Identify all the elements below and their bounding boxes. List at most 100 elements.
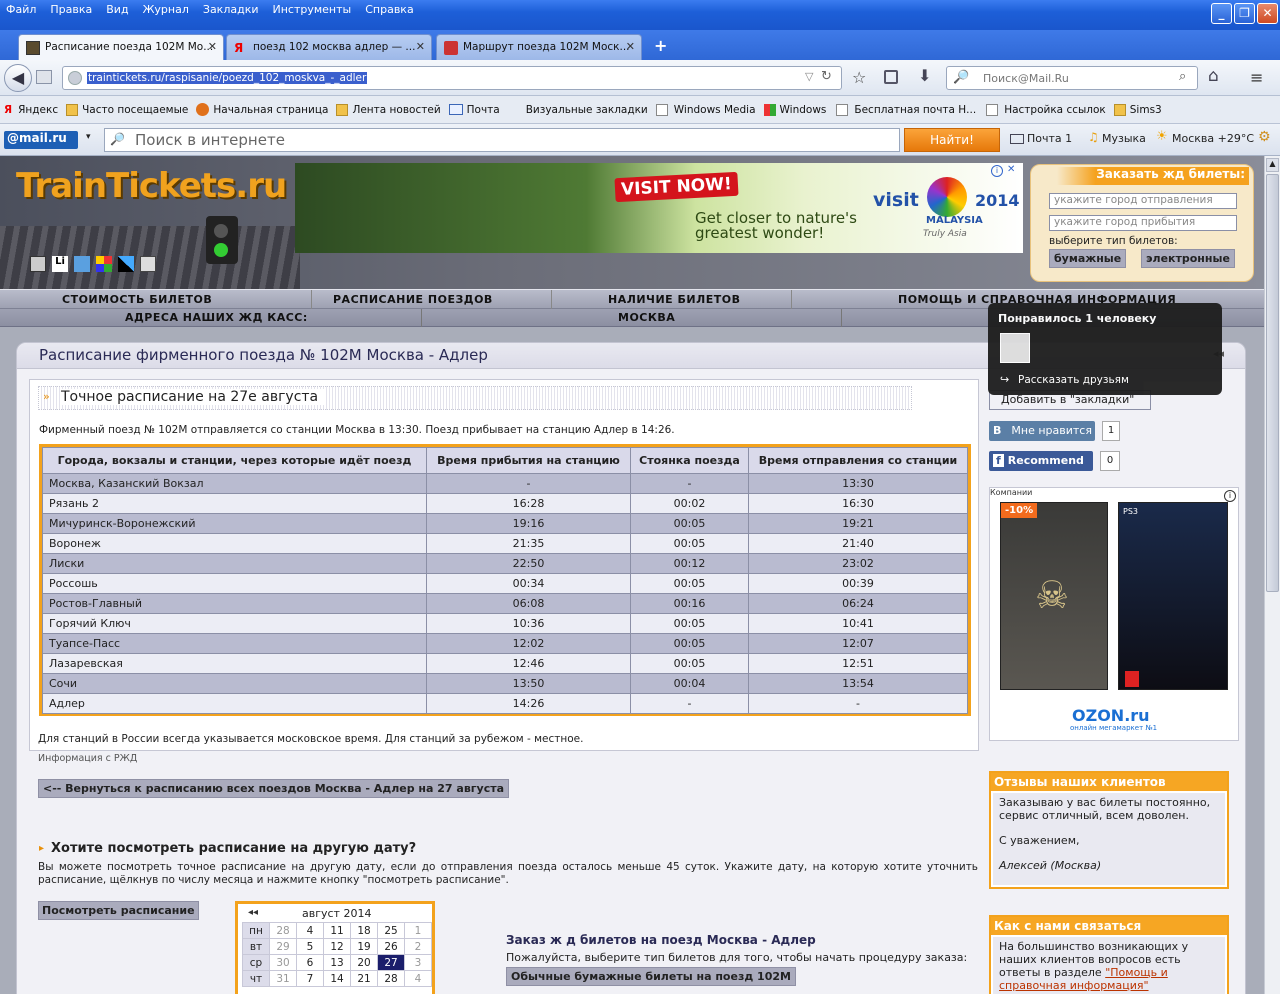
close-window-button[interactable]: ✕ (1257, 3, 1278, 24)
nav-ticket-prices[interactable]: СТОИМОСТЬ БИЛЕТОВ (62, 293, 212, 306)
game-box-assassins-creed[interactable]: -10% ☠ (1000, 502, 1108, 690)
bookmark-news-feed[interactable]: Лента новостей (352, 104, 440, 116)
music-link[interactable]: Музыка (1102, 132, 1146, 145)
ad-banner[interactable]: VISIT NOW! Get closer to nature's greate… (295, 163, 1023, 253)
download-icon[interactable]: ⬇ (918, 66, 931, 85)
address-text[interactable]: traintickets.ru/raspisanie/poezd_102_mos… (87, 72, 368, 84)
dropdown-arrow-icon[interactable]: ▽ (805, 70, 813, 83)
calendar-day[interactable]: 21 (350, 970, 378, 987)
ozon-ad[interactable]: Компании i -10% ☠ PS3 OZON.ru онлайн мег… (989, 487, 1239, 741)
close-tab-icon[interactable]: ✕ (626, 40, 635, 53)
tab-yandex-search[interactable]: Я поезд 102 москва адлер — ... ✕ (226, 34, 432, 60)
google-icon[interactable] (96, 256, 112, 272)
game-box-mortal-kombat[interactable]: PS3 (1118, 502, 1228, 690)
calendar-prev-button[interactable]: ◂◂ (248, 907, 258, 918)
arrival-city-input[interactable]: укажите город прибытия (1049, 215, 1237, 231)
bookmark-start-page[interactable]: Начальная страница (213, 104, 328, 116)
mailru-logo[interactable]: @mail.ru (4, 131, 78, 149)
calendar-day[interactable]: 28 (377, 970, 405, 987)
chevron-down-icon[interactable]: ▾ (86, 132, 91, 142)
bookmark-visual[interactable]: Визуальные закладки (526, 104, 648, 116)
calendar-day[interactable]: 4 (296, 922, 324, 939)
avatar[interactable] (1000, 333, 1030, 363)
calendar-day[interactable]: 27 (377, 954, 405, 971)
fb-recommend-button[interactable]: f Recommend (989, 451, 1093, 471)
calendar-day[interactable]: 12 (323, 938, 351, 955)
delicious-icon[interactable] (30, 256, 46, 272)
tell-friends-link[interactable]: Рассказать друзьям (1018, 374, 1129, 386)
bookmark-yandex[interactable]: Яндекс (18, 104, 58, 116)
liveinternet-icon[interactable]: Li (52, 256, 68, 272)
minimize-button[interactable]: _ (1211, 3, 1232, 24)
tab-route[interactable]: Маршрут поезда 102М Моск... ✕ (436, 34, 642, 60)
share-icon[interactable] (140, 256, 156, 272)
view-schedule-button[interactable]: Посмотреть расписание (38, 901, 199, 920)
scroll-thumb[interactable] (1266, 174, 1279, 592)
search-icon[interactable]: ⌕ (1179, 69, 1186, 84)
nav-moscow[interactable]: МОСКВА (618, 311, 675, 324)
mailru-search-field[interactable]: 🔎 Поиск в интернете (104, 128, 900, 152)
ad-close-icon[interactable]: ✕ (1007, 164, 1015, 175)
facebook-icon[interactable] (118, 256, 134, 272)
menu-history[interactable]: Журнал (143, 0, 197, 22)
home-icon[interactable]: ⌂ (1208, 66, 1219, 86)
nav-schedule[interactable]: РАСПИСАНИЕ ПОЕЗДОВ (333, 293, 493, 306)
bookmark-windows-media[interactable]: Windows Media (674, 104, 756, 116)
tab-groups-icon[interactable] (36, 70, 52, 84)
bookmark-sims3[interactable]: Sims3 (1130, 104, 1162, 116)
address-bar[interactable]: traintickets.ru/raspisanie/poezd_102_mos… (62, 66, 842, 90)
bookmark-most-visited[interactable]: Часто посещаемые (82, 104, 188, 116)
menu-help[interactable]: Справка (365, 0, 421, 22)
search-input[interactable]: Поиск@Mail.Ru (983, 72, 1069, 85)
nav-availability[interactable]: НАЛИЧИЕ БИЛЕТОВ (608, 293, 740, 306)
bookmark-mail[interactable]: Почта (467, 104, 500, 116)
site-logo[interactable]: TrainTickets.ru (16, 166, 287, 206)
reload-icon[interactable]: ↻ (821, 69, 832, 84)
calendar-day[interactable]: 11 (323, 922, 351, 939)
mailru-search-input[interactable]: Поиск в интернете (135, 131, 285, 149)
bookmark-free-mail[interactable]: Бесплатная почта Н... (854, 104, 976, 116)
gear-icon[interactable]: ⚙ (1258, 129, 1271, 145)
menu-view[interactable]: Вид (106, 0, 136, 22)
back-button-icon[interactable]: ◀ (4, 64, 32, 92)
bookmarks-list-icon[interactable] (884, 70, 898, 84)
calendar-day[interactable]: 18 (350, 922, 378, 939)
weather-link[interactable]: Москва +29°C (1172, 132, 1254, 145)
vk-like-button[interactable]: B Мне нравится (989, 421, 1095, 441)
calendar-day[interactable]: 20 (350, 954, 378, 971)
star-icon[interactable]: ☆ (852, 68, 866, 87)
menu-bookmarks[interactable]: Закладки (203, 0, 267, 22)
scroll-up-icon[interactable]: ▲ (1266, 158, 1279, 172)
page-scrollbar[interactable]: ▲ (1264, 156, 1280, 994)
search-box[interactable]: 🔎 Поиск@Mail.Ru ⌕ (946, 66, 1198, 90)
menu-file[interactable]: Файл (6, 0, 44, 22)
paper-tickets-order-button[interactable]: Обычные бумажные билеты на поезд 102М (506, 967, 796, 986)
calendar-day[interactable]: 13 (323, 954, 351, 971)
menu-icon[interactable]: ≡ (1250, 68, 1263, 87)
maximize-button[interactable]: ❐ (1234, 3, 1255, 24)
calendar-day[interactable]: 26 (377, 938, 405, 955)
ad-info-icon[interactable]: i (991, 165, 1003, 177)
menu-tools[interactable]: Инструменты (273, 0, 360, 22)
bookmark-link-settings[interactable]: Настройка ссылок (1004, 104, 1106, 116)
find-button[interactable]: Найти! (904, 128, 1000, 152)
paper-tickets-button[interactable]: бумажные (1049, 249, 1127, 268)
electronic-tickets-button[interactable]: электронные (1141, 249, 1235, 268)
back-to-schedule-button[interactable]: <-- Вернуться к расписанию всех поездов … (38, 779, 510, 798)
menu-edit[interactable]: Правка (50, 0, 100, 22)
close-tab-icon[interactable]: ✕ (416, 40, 425, 53)
mail-counter[interactable]: Почта 1 (1027, 132, 1072, 145)
calendar-day[interactable]: 6 (296, 954, 324, 971)
departure-city-input[interactable]: укажите город отправления (1049, 193, 1237, 209)
calendar-day[interactable]: 7 (296, 970, 324, 987)
calendar-day[interactable]: 19 (350, 938, 378, 955)
ad-info-icon[interactable]: i (1224, 490, 1236, 502)
tab-schedule[interactable]: Расписание поезда 102М Мо... ✕ (18, 34, 224, 60)
calendar-day[interactable]: 5 (296, 938, 324, 955)
calendar-day[interactable]: 25 (377, 922, 405, 939)
bookmark-windows[interactable]: Windows (780, 104, 827, 116)
close-tab-icon[interactable]: ✕ (208, 40, 217, 53)
calendar-day[interactable]: 14 (323, 970, 351, 987)
new-tab-button[interactable]: + (654, 36, 667, 55)
twitter-icon[interactable] (74, 256, 90, 272)
